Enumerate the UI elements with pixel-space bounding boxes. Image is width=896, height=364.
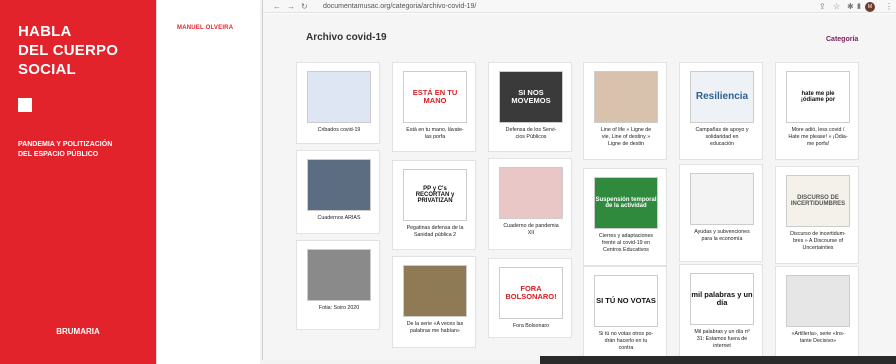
card-thumbnail-text: mil palabras y un día — [691, 290, 753, 307]
card-thumbnail[interactable] — [690, 173, 754, 225]
card-caption[interactable]: Line of life » Ligne de vie, Line of des… — [588, 127, 664, 148]
card-thumbnail[interactable]: ESTÁ EN TU MANO — [403, 71, 467, 123]
reload-icon[interactable]: ↻ — [301, 0, 308, 13]
category-link[interactable]: Categoría — [826, 36, 858, 43]
book-title: HABLA DEL CUERPO SOCIAL — [18, 23, 119, 78]
page-content: Archivo covid-19 Categoría Cribados covi… — [263, 14, 896, 360]
card-thumbnail[interactable] — [403, 265, 467, 317]
card-thumbnail[interactable]: PP y C's RECORTAN y PRIVATIZAN — [403, 169, 467, 221]
card-caption[interactable]: More adió, less covid / Hate me please! … — [780, 127, 856, 148]
card-caption[interactable]: Defensa de los Servi- cios Públicos — [493, 127, 569, 141]
archive-card[interactable]: «Artillería», serie «Ins- tante Decisivo… — [775, 266, 859, 358]
browser-window: ← → ↻ documentamusac.org/categoria/archi… — [262, 0, 896, 360]
card-caption[interactable]: Si tú no votas otros po- drán hacerlo en… — [588, 331, 664, 352]
archive-card[interactable]: Line of life » Ligne de vie, Line of des… — [583, 62, 667, 160]
address-bar[interactable]: documentamusac.org/categoria/archivo-cov… — [323, 1, 476, 12]
card-thumbnail[interactable] — [307, 71, 371, 123]
card-thumbnail[interactable]: FORA BOLSONARO! — [499, 267, 563, 319]
card-caption[interactable]: Discurso de incertidum- bres » A Discour… — [780, 231, 856, 252]
card-thumbnail-text: Resiliencia — [695, 90, 749, 102]
book-author: MANUEL OLVEIRA — [177, 25, 234, 31]
archive-card[interactable]: Fotia: Soiro 2020 — [296, 240, 380, 330]
sidebar-icon[interactable]: ▮ — [857, 0, 861, 13]
card-caption[interactable]: Fotia: Soiro 2020 — [301, 305, 377, 312]
card-thumbnail-text: SI TÚ NO VOTAS — [596, 296, 656, 306]
card-caption[interactable]: «Artillería», serie «Ins- tante Decisivo… — [780, 331, 856, 345]
card-thumbnail[interactable]: mil palabras y un día — [690, 273, 754, 325]
menu-icon[interactable]: ⋮ — [885, 0, 893, 13]
page-title: Archivo covid-19 — [306, 32, 387, 43]
card-thumbnail-text: FORA BOLSONARO! — [505, 284, 557, 301]
card-caption[interactable]: Mil palabras y un día nº 31: Estamos fue… — [684, 329, 760, 350]
share-icon[interactable]: ⇪ — [819, 0, 826, 13]
card-thumbnail[interactable] — [307, 249, 371, 301]
card-thumbnail-text: Suspensión temporal de la actividad — [595, 196, 657, 209]
card-caption[interactable]: De la serie «A veces las palabras me hab… — [397, 321, 473, 335]
extension-icon[interactable]: ✱ — [847, 0, 854, 13]
archive-card[interactable]: mil palabras y un día Mil palabras y un d… — [679, 264, 763, 358]
card-thumbnail[interactable]: SI NOS MOVEMOS — [499, 71, 563, 123]
archive-card[interactable]: SI TÚ NO VOTAS Si tú no votas otros po- d… — [583, 266, 667, 358]
card-thumbnail-text: DISCURSO DE INCERTIDUMBRES — [790, 194, 846, 207]
archive-card[interactable]: SI NOS MOVEMOS Defensa de los Servi- cios… — [488, 62, 572, 152]
book-publisher: BRUMARIA — [56, 327, 100, 336]
card-thumbnail[interactable]: SI TÚ NO VOTAS — [594, 275, 658, 327]
book-cover: HABLA DEL CUERPO SOCIAL PANDEMIA Y POLIT… — [0, 0, 156, 364]
card-caption[interactable]: Cierres y adaptaciones frente al covid-1… — [588, 233, 664, 254]
archive-card[interactable]: ESTÁ EN TU MANO Está en tu mano, lávate- … — [392, 62, 476, 152]
cover-square-mark — [18, 98, 32, 112]
book-inner-page: MANUEL OLVEIRA — [156, 0, 260, 364]
card-thumbnail[interactable] — [307, 159, 371, 211]
card-thumbnail-text: hate me ple ¡ódiame por — [800, 90, 836, 103]
card-thumbnail-text: PP y C's RECORTAN y PRIVATIZAN — [415, 185, 455, 205]
archive-card[interactable]: Cuaderno de pandemia XII — [488, 158, 572, 250]
profile-avatar[interactable]: M — [865, 2, 875, 12]
card-thumbnail[interactable]: hate me ple ¡ódiame por — [786, 71, 850, 123]
card-caption[interactable]: Campañas de apoyo y solidaridad en educa… — [684, 127, 760, 148]
card-thumbnail[interactable] — [499, 167, 563, 219]
screenshot-stage: HABLA DEL CUERPO SOCIAL PANDEMIA Y POLIT… — [0, 0, 896, 364]
card-caption[interactable]: Está en tu mano, lávate- las porfa — [397, 127, 473, 141]
back-icon[interactable]: ← — [273, 0, 281, 13]
card-thumbnail[interactable]: Suspensión temporal de la actividad — [594, 177, 658, 229]
forward-icon[interactable]: → — [287, 0, 295, 13]
card-caption[interactable]: Cribados covid-19 — [301, 127, 377, 134]
archive-card[interactable]: Cribados covid-19 — [296, 62, 380, 144]
archive-card[interactable]: De la serie «A veces las palabras me hab… — [392, 256, 476, 348]
card-thumbnail[interactable] — [786, 275, 850, 327]
card-caption[interactable]: Pegatinas defensa de la Sanidad pública … — [397, 225, 473, 239]
card-thumbnail-text: SI NOS MOVEMOS — [511, 88, 551, 105]
card-thumbnail[interactable]: DISCURSO DE INCERTIDUMBRES — [786, 175, 850, 227]
card-caption[interactable]: Cuadernos ARIAS — [301, 215, 377, 222]
star-icon[interactable]: ☆ — [833, 0, 840, 13]
archive-card[interactable]: DISCURSO DE INCERTIDUMBRES Discurso de in… — [775, 166, 859, 264]
archive-card[interactable]: PP y C's RECORTAN y PRIVATIZAN Pegatinas … — [392, 160, 476, 250]
archive-card[interactable]: hate me ple ¡ódiame por More adió, less c… — [775, 62, 859, 160]
card-thumbnail[interactable]: Resiliencia — [690, 71, 754, 123]
archive-card[interactable]: FORA BOLSONARO! Fora Bolsonaro — [488, 258, 572, 338]
card-thumbnail-text: ESTÁ EN TU MANO — [412, 88, 458, 105]
archive-card[interactable]: Resiliencia Campañas de apoyo y solidarid… — [679, 62, 763, 160]
card-thumbnail[interactable] — [594, 71, 658, 123]
bottom-taskbar-strip — [540, 356, 896, 364]
archive-card[interactable]: Ayudas y subvenciones para la economía — [679, 164, 763, 262]
archive-card[interactable]: Suspensión temporal de la actividad Cierr… — [583, 168, 667, 266]
card-caption[interactable]: Cuaderno de pandemia XII — [493, 223, 569, 237]
archive-card[interactable]: Cuadernos ARIAS — [296, 150, 380, 234]
card-caption[interactable]: Fora Bolsonaro — [493, 323, 569, 330]
browser-toolbar: ← → ↻ documentamusac.org/categoria/archi… — [263, 0, 896, 13]
book-subtitle: PANDEMIA Y POLITIZACIÓN DEL ESPACIO PÚBL… — [18, 141, 113, 158]
card-caption[interactable]: Ayudas y subvenciones para la economía — [684, 229, 760, 243]
